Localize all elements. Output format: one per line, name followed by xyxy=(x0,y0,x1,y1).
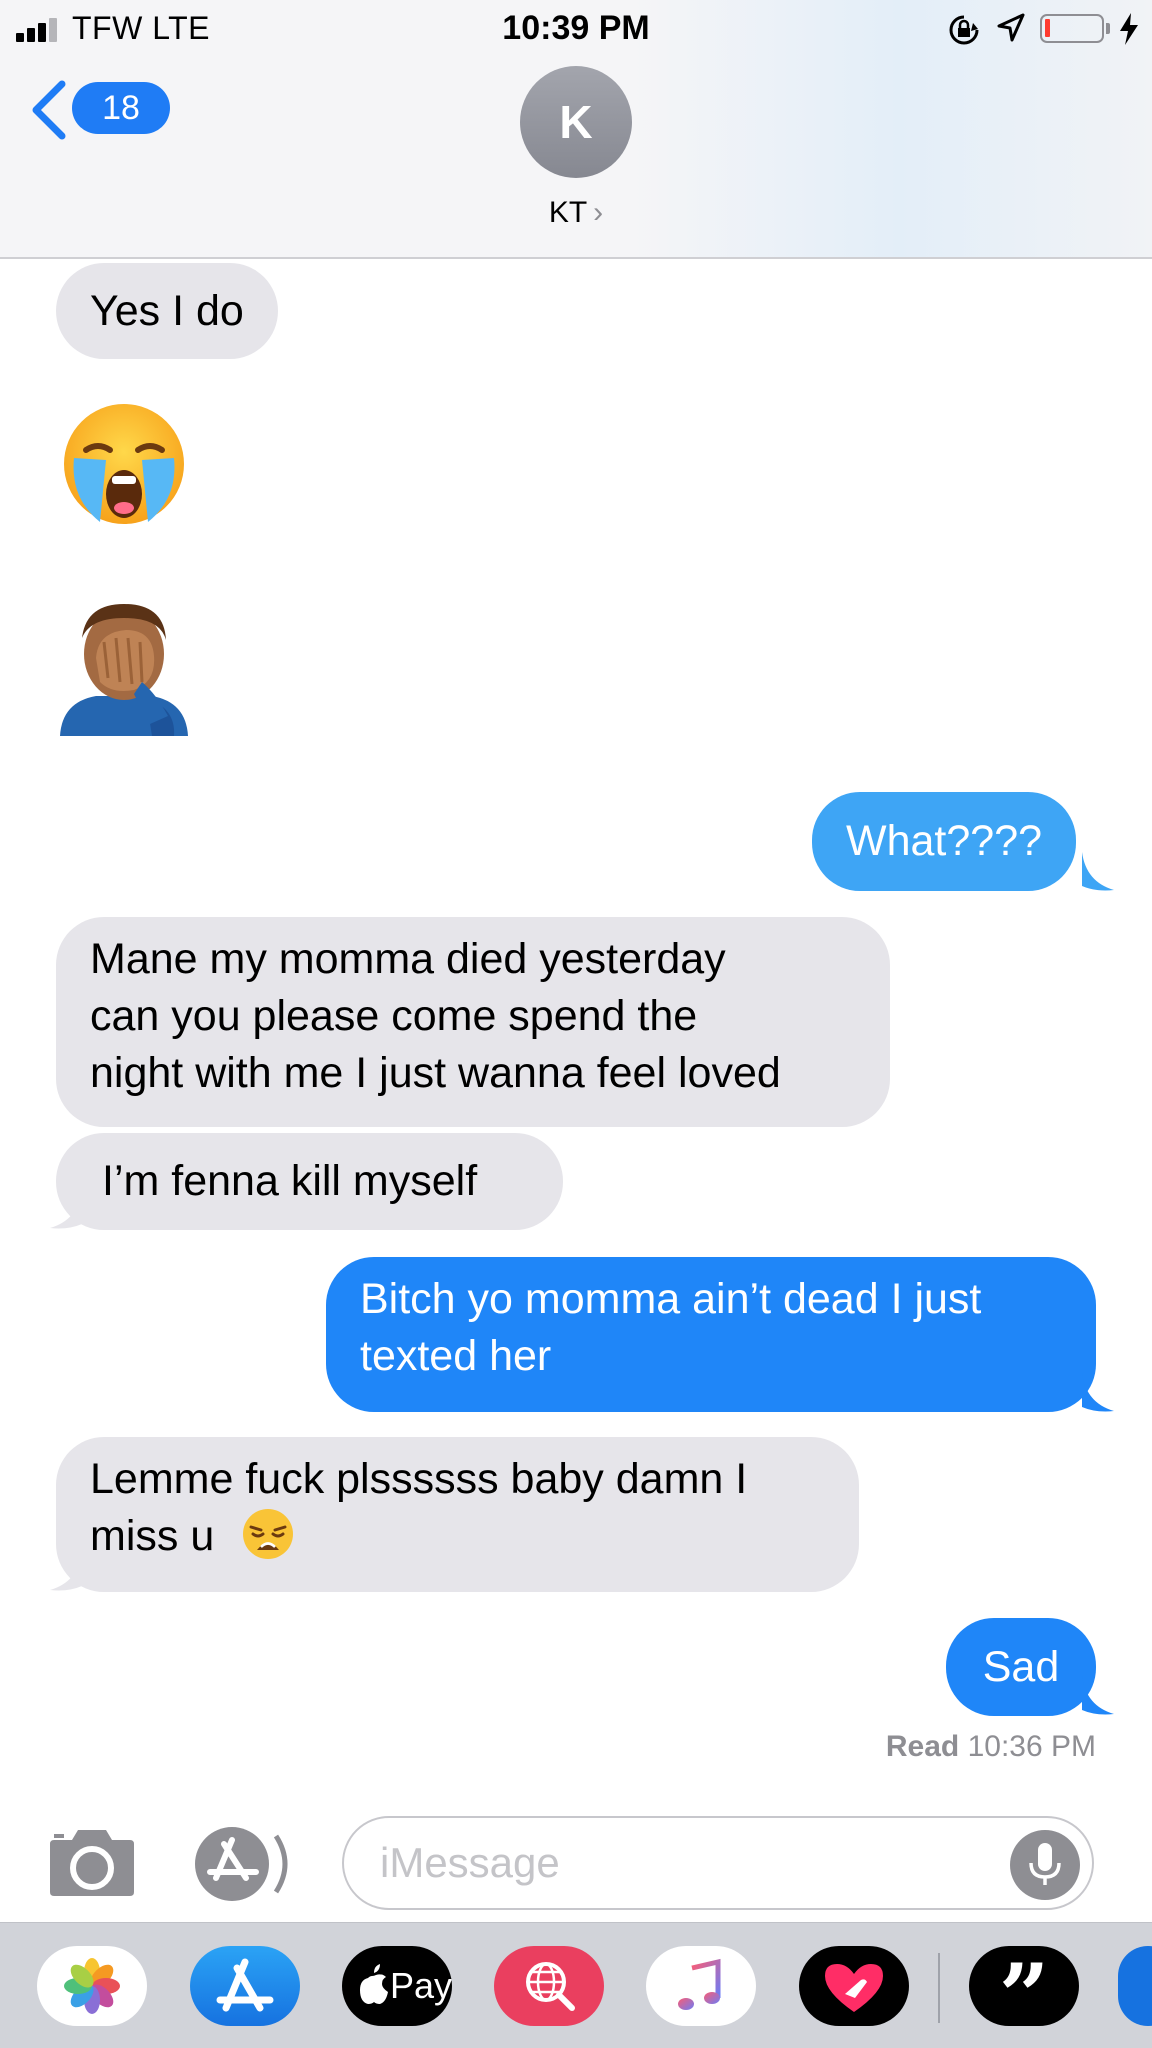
message-line: Mane my momma died yesterday xyxy=(90,935,726,983)
photos-app[interactable] xyxy=(37,1946,147,2026)
message-line: night with me I just wanna feel loved xyxy=(90,1049,781,1097)
message-line-with-emoji: miss u xyxy=(90,1508,825,1565)
contact-name: KT xyxy=(548,196,588,229)
outgoing-message[interactable]: What???? xyxy=(812,792,1077,891)
app-store-app[interactable] xyxy=(190,1946,300,2026)
read-time: 10:36 PM xyxy=(967,1730,1096,1763)
bubble-tail xyxy=(1082,1373,1114,1412)
heart-touch-icon xyxy=(825,1964,883,2012)
app-drawer-divider xyxy=(938,1953,940,2023)
apple-pay-app[interactable]: Pay xyxy=(342,1946,452,2026)
outgoing-message[interactable]: Bitch yo momma ain’t dead I just texted … xyxy=(326,1257,1096,1412)
bubble-tail xyxy=(1082,852,1114,891)
bubble-tail xyxy=(50,1552,82,1591)
chevron-left-icon xyxy=(32,80,66,140)
message-line: Lemme fuck plssssss baby damn I xyxy=(90,1455,748,1503)
incoming-message[interactable]: Yes I do xyxy=(56,263,278,359)
app-store-drawer-icon[interactable] xyxy=(194,1826,296,1902)
contact-avatar[interactable]: K xyxy=(520,66,632,178)
message-text: What???? xyxy=(846,817,1043,865)
incoming-message[interactable]: I’m fenna kill myself xyxy=(56,1133,563,1230)
music-app[interactable] xyxy=(646,1946,756,2026)
quote-icon: ” xyxy=(998,1946,1050,2026)
globe-search-icon xyxy=(526,1962,575,2011)
battery-tip xyxy=(1106,23,1110,34)
loudly-crying-face-icon[interactable] xyxy=(60,402,190,528)
message-line: can you please come spend the xyxy=(90,992,698,1040)
incoming-message[interactable]: Lemme fuck plssssss baby damn I miss u xyxy=(56,1437,859,1592)
message-line: Bitch yo momma ain’t dead I just xyxy=(360,1275,982,1323)
more-apps-partial[interactable] xyxy=(1118,1946,1152,2026)
conversation-header: TFW LTE 10:39 PM 18 K KT › xyxy=(0,0,1152,259)
message-text: Sad xyxy=(982,1643,1060,1691)
read-receipt: Read 10:36 PM xyxy=(886,1730,1096,1764)
status-bar: TFW LTE 10:39 PM xyxy=(0,0,1152,58)
search-images-app[interactable] xyxy=(494,1946,604,2026)
message-line: texted her xyxy=(360,1332,552,1380)
battery-icon xyxy=(1040,14,1104,43)
dictation-button[interactable] xyxy=(1010,1830,1080,1900)
weary-face-icon xyxy=(243,1509,294,1559)
camera-icon[interactable] xyxy=(46,1828,138,1898)
app-store-icon xyxy=(216,1958,274,2012)
messages-screen: TFW LTE 10:39 PM 18 K KT › Yes I do What… xyxy=(0,0,1152,2048)
message-text: Yes I do xyxy=(90,287,244,335)
bubble-tail xyxy=(1082,1676,1114,1715)
incoming-message[interactable]: Mane my momma died yesterday can you ple… xyxy=(56,917,890,1127)
contact-name-button[interactable]: KT › xyxy=(0,196,1152,230)
read-label: Read xyxy=(885,1730,960,1763)
message-input[interactable]: iMessage xyxy=(342,1816,1094,1910)
digital-touch-app[interactable] xyxy=(799,1946,909,2026)
outgoing-message[interactable]: Sad xyxy=(946,1618,1096,1716)
apple-pay-label: Pay xyxy=(390,1965,452,2006)
chevron-right-icon: › xyxy=(593,196,604,229)
app-drawer: Pay ” xyxy=(0,1922,1152,2048)
man-facepalming-icon[interactable] xyxy=(56,598,192,736)
bubble-tail xyxy=(50,1190,82,1229)
music-note-icon xyxy=(678,1958,721,2010)
rotation-lock-icon xyxy=(949,15,979,45)
message-text: I’m fenna kill myself xyxy=(102,1157,478,1205)
charging-bolt-icon xyxy=(1120,13,1138,45)
message-line: miss u xyxy=(90,1512,215,1560)
quotes-app[interactable]: ” xyxy=(969,1946,1079,2026)
photos-flower-icon xyxy=(64,1958,120,2014)
location-arrow-icon xyxy=(997,13,1025,42)
microphone-icon xyxy=(1029,1843,1061,1885)
back-button[interactable]: 18 xyxy=(28,74,170,144)
unread-count-badge: 18 xyxy=(72,82,170,134)
input-placeholder: iMessage xyxy=(380,1839,560,1886)
